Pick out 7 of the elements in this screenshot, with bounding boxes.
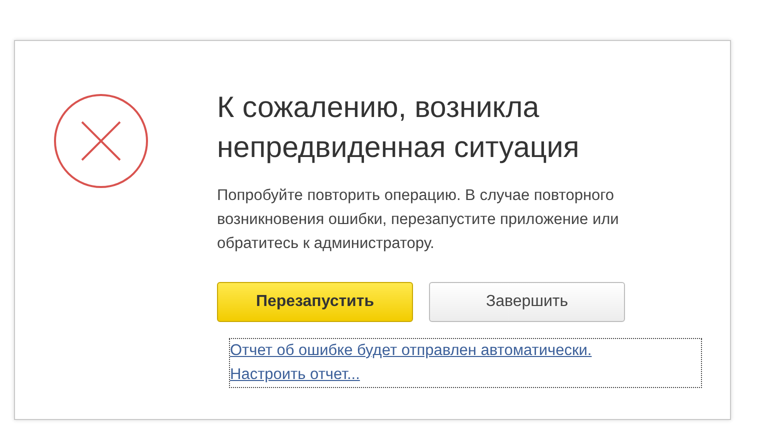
exit-button[interactable]: Завершить: [429, 282, 625, 322]
error-icon: [53, 93, 149, 189]
report-link[interactable]: Отчет об ошибке будет отправлен автоматически.: [230, 339, 592, 363]
dialog-title: К сожалению, возникла непредвиденная ситуация: [217, 90, 580, 166]
restart-button[interactable]: Перезапустить: [217, 282, 413, 322]
settings-link[interactable]: Настроить отчет...: [230, 363, 360, 387]
error-message: Попробуйте повторить операцию. В случае повторного возникновения ошибки, перезапустите приложение или обратитесь к администратору.: [217, 186, 620, 254]
